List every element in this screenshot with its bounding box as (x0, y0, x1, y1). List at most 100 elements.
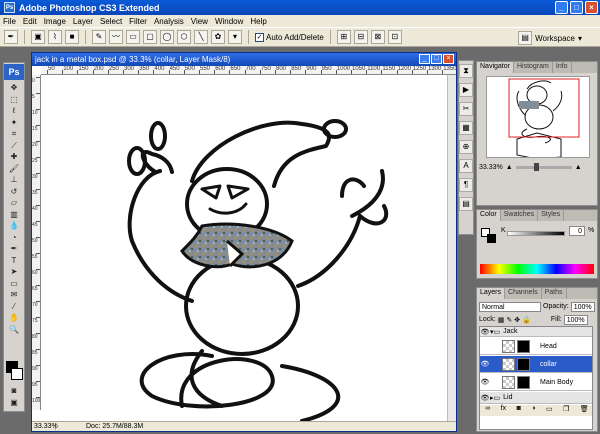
ellipse-shape-icon[interactable]: ◯ (160, 30, 174, 44)
navigator-zoom-slider[interactable] (515, 162, 572, 171)
hand-tool-icon[interactable]: ✋ (4, 312, 24, 324)
dodge-tool-icon[interactable]: ◔ (4, 232, 24, 244)
slice-tool-icon[interactable]: ⟋ (4, 140, 24, 152)
navigator-zoom-value[interactable]: 33.33% (479, 164, 503, 171)
zoom-in-icon[interactable]: ▲ (575, 164, 582, 171)
k-value-field[interactable]: 0 (569, 226, 585, 236)
path-subtract-icon[interactable]: ⊟ (353, 30, 368, 44)
clone-stamp-tool-icon[interactable]: ⊥ (4, 174, 24, 186)
menu-help[interactable]: Help (250, 17, 266, 26)
layer-comps-icon[interactable]: ▤ (459, 197, 473, 211)
layer-mask-thumbnail[interactable] (517, 357, 530, 371)
path-add-icon[interactable]: ⊞ (336, 30, 351, 44)
rounded-rect-shape-icon[interactable]: ▢ (143, 30, 157, 44)
menu-image[interactable]: Image (44, 17, 66, 26)
menu-filter[interactable]: Filter (129, 17, 147, 26)
lock-all-icon[interactable]: 🔒 (522, 316, 531, 324)
pen-tool-preset-icon[interactable]: ✒ (4, 30, 18, 44)
layer-group-lid[interactable]: 👁 ▸ ▭ Lid (480, 392, 592, 404)
background-color-swatch[interactable] (11, 368, 23, 380)
lock-pixels-icon[interactable]: ✎ (506, 316, 512, 324)
status-zoom[interactable]: 33.33% (32, 423, 58, 430)
history-brush-tool-icon[interactable]: ↺ (4, 186, 24, 198)
new-group-icon[interactable]: ▭ (546, 405, 553, 416)
horizontal-ruler[interactable]: 50 100 150 200 250 300 350 400 450 500 550 600 650 70… (41, 66, 456, 75)
tab-swatches[interactable]: Swatches (501, 210, 539, 221)
opacity-field[interactable]: 100% (570, 301, 595, 312)
eraser-tool-icon[interactable]: ▱ (4, 197, 24, 209)
adjustment-layer-icon[interactable]: ◑ (531, 405, 535, 416)
blur-tool-icon[interactable]: 💧 (4, 220, 24, 232)
layer-style-icon[interactable]: fx (501, 405, 506, 416)
visibility-eye-icon[interactable]: 👁 (480, 328, 490, 336)
minimize-button[interactable]: _ (555, 1, 568, 14)
menu-edit[interactable]: Edit (23, 17, 37, 26)
tab-info[interactable]: Info (553, 62, 572, 73)
brushes-panel-icon[interactable]: ▦ (459, 121, 473, 135)
geometry-options-icon[interactable]: ▾ (228, 30, 242, 44)
menu-analysis[interactable]: Analysis (154, 17, 184, 26)
paths-icon[interactable]: ⌇ (48, 30, 62, 44)
character-panel-icon[interactable]: A (459, 159, 473, 173)
clone-source-icon[interactable]: ⊕ (459, 140, 473, 154)
close-button[interactable]: × (585, 1, 598, 14)
lock-transparency-icon[interactable]: ▦ (498, 316, 505, 324)
new-layer-icon[interactable]: ❐ (563, 405, 569, 416)
gradient-tool-icon[interactable]: ▥ (4, 209, 24, 221)
layer-mask-thumbnail[interactable] (517, 375, 530, 389)
vertical-ruler[interactable]: 0 5 10 15 20 25 30 35 40 45 50 55 60 65 70 75 80 85 90 95 10… (32, 75, 41, 410)
path-exclude-icon[interactable]: ⊡ (387, 30, 402, 44)
polygon-shape-icon[interactable]: ⬡ (177, 30, 191, 44)
type-tool-icon[interactable]: T (4, 255, 24, 267)
visibility-eye-icon[interactable]: 👁 (480, 360, 490, 368)
maximize-button[interactable]: □ (570, 1, 583, 14)
path-intersect-icon[interactable]: ⊠ (370, 30, 385, 44)
tab-histogram[interactable]: Histogram (514, 62, 553, 73)
bridge-icon[interactable]: ▤ (518, 31, 533, 45)
doc-maximize-button[interactable]: □ (431, 54, 442, 64)
shape-tool-icon[interactable]: ▭ (4, 278, 24, 290)
zoom-out-icon[interactable]: ▲ (506, 164, 513, 171)
menu-window[interactable]: Window (215, 17, 243, 26)
pen-icon[interactable]: ✎ (92, 30, 106, 44)
actions-panel-icon[interactable]: ▶ (459, 83, 473, 97)
menu-file[interactable]: File (3, 17, 16, 26)
lasso-tool-icon[interactable]: ℓ (4, 105, 24, 117)
shape-layers-icon[interactable]: ▣ (31, 30, 45, 44)
menu-layer[interactable]: Layer (73, 17, 93, 26)
quick-mask-icon[interactable]: ◙ (4, 385, 24, 397)
add-mask-icon[interactable]: ◙ (517, 405, 521, 416)
eyedropper-tool-icon[interactable]: ⁄ (4, 301, 24, 313)
visibility-eye-icon[interactable]: 👁 (480, 394, 490, 402)
history-panel-icon[interactable]: ⧗ (459, 64, 473, 78)
zoom-tool-icon[interactable]: 🔍 (4, 324, 24, 336)
visibility-eye-icon[interactable]: 👁 (480, 378, 490, 386)
tab-layers[interactable]: Layers (477, 288, 506, 299)
freeform-pen-icon[interactable]: 〰 (109, 30, 123, 44)
layer-main-body[interactable]: 👁 Main Body (480, 374, 592, 391)
navigator-zoom-knob[interactable] (533, 162, 539, 171)
fill-field[interactable]: 100% (563, 314, 588, 325)
fill-pixels-icon[interactable]: ■ (65, 30, 79, 44)
tool-presets-icon[interactable]: ✂ (459, 102, 473, 116)
pen-tool-icon[interactable]: ✒ (4, 243, 24, 255)
delete-layer-icon[interactable]: 🗑 (580, 405, 589, 416)
navigator-preview[interactable] (486, 76, 590, 158)
layer-group-jack[interactable]: 👁 ▾ ▭ Jack (480, 327, 592, 337)
layer-head[interactable]: Head (480, 338, 592, 355)
tab-channels[interactable]: Channels (505, 288, 542, 299)
menu-select[interactable]: Select (100, 17, 122, 26)
tab-navigator[interactable]: Navigator (477, 62, 514, 73)
vertical-scrollbar[interactable] (447, 75, 456, 421)
auto-add-delete-checkbox[interactable]: ✓ (255, 32, 264, 42)
lock-position-icon[interactable]: ✥ (514, 316, 520, 324)
image-canvas[interactable] (42, 76, 446, 421)
layer-mask-thumbnail[interactable] (517, 339, 530, 353)
auto-add-delete-option[interactable]: ✓ Auto Add/Delete (255, 32, 324, 42)
doc-close-button[interactable]: × (443, 54, 454, 64)
move-tool-icon[interactable]: ✥ (4, 82, 24, 94)
link-layers-icon[interactable]: ∞ (485, 405, 490, 416)
crop-tool-icon[interactable]: ⌗ (4, 128, 24, 140)
notes-tool-icon[interactable]: ✉ (4, 289, 24, 301)
screen-mode-icon[interactable]: ▣ (4, 397, 24, 409)
